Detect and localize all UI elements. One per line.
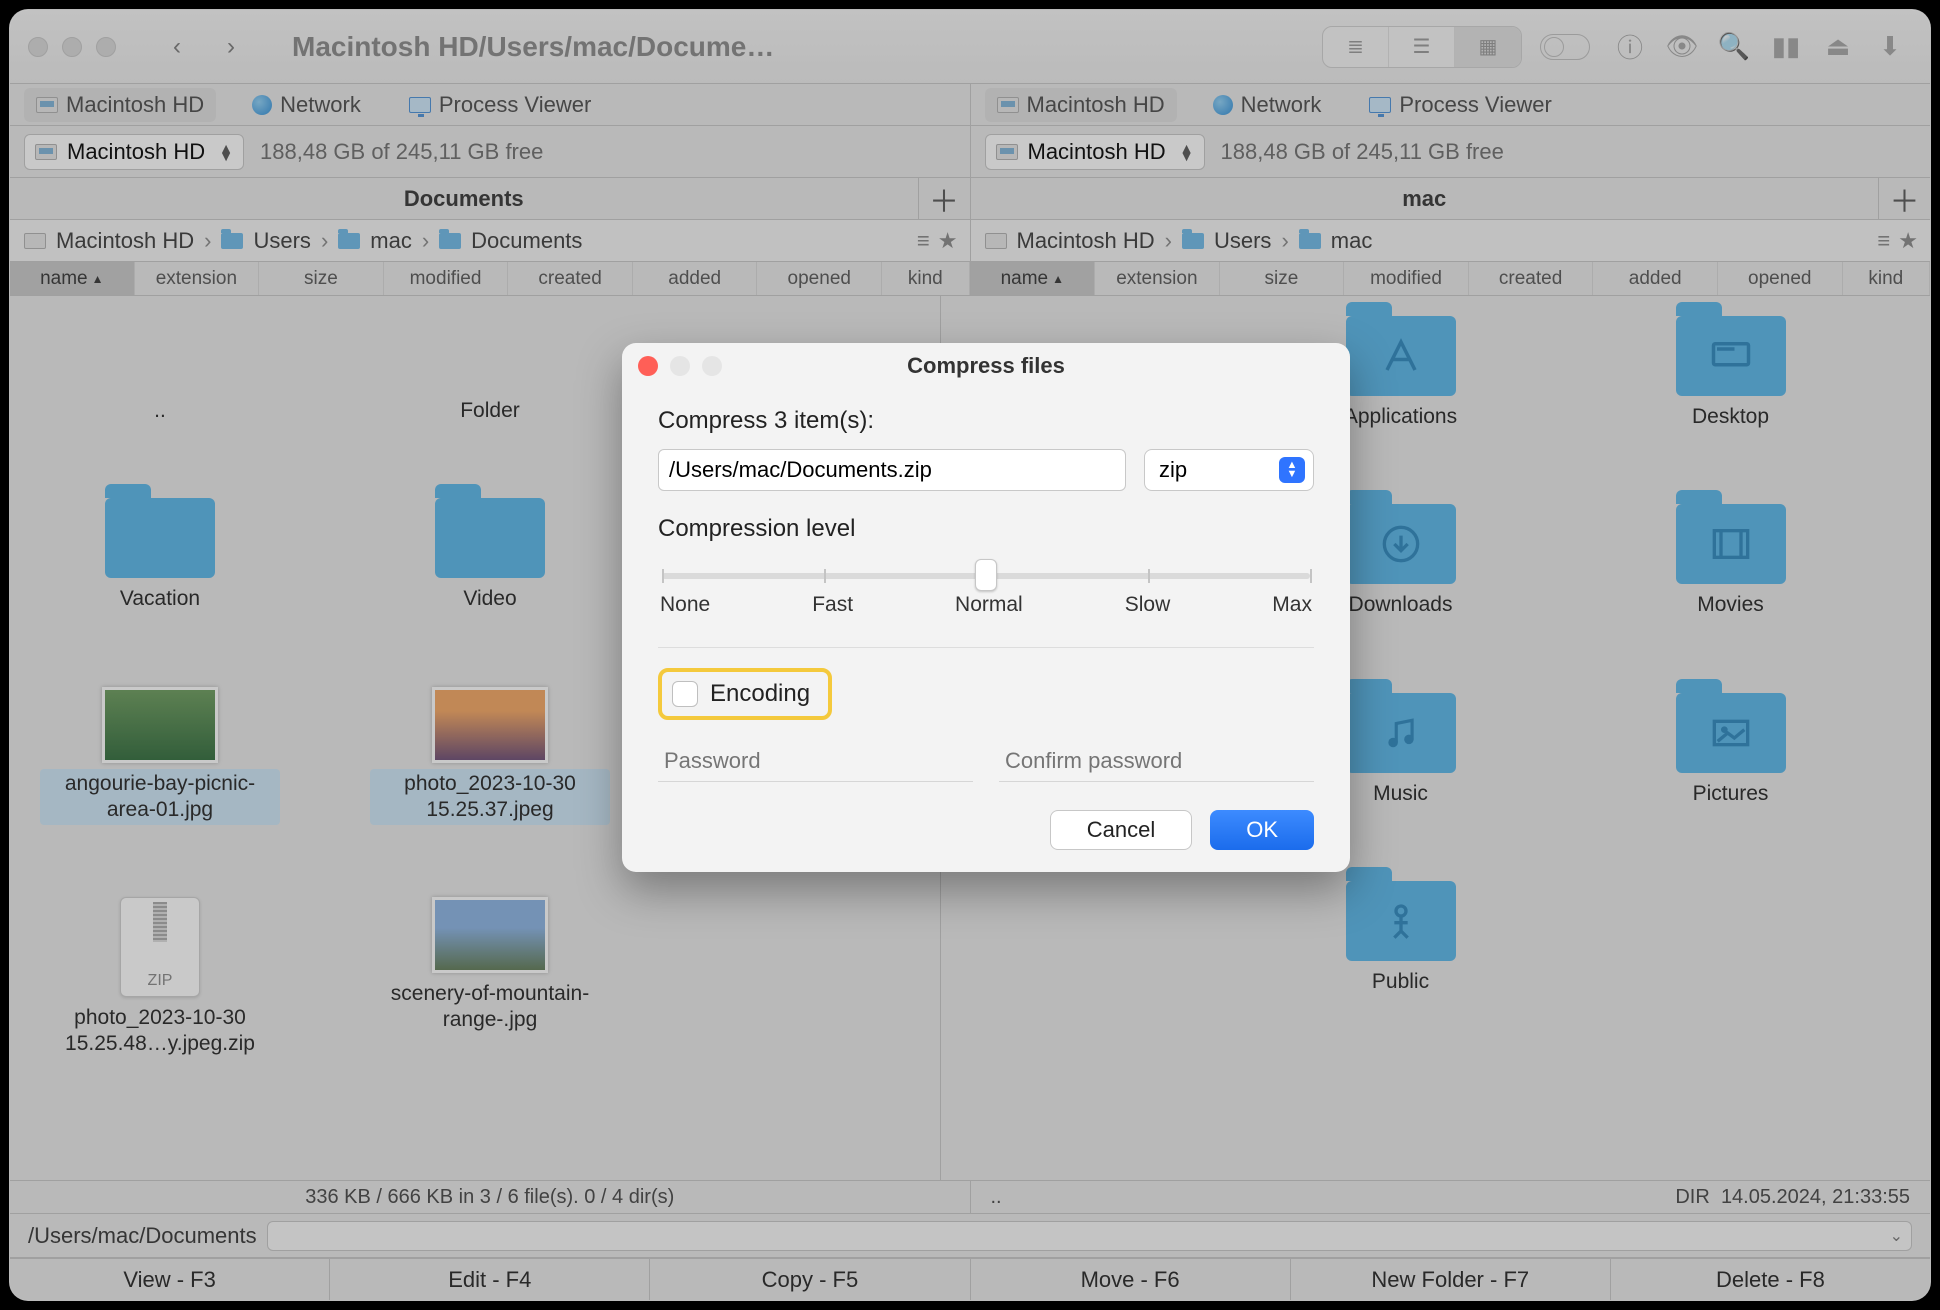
level-fast: Fast bbox=[812, 593, 853, 617]
level-none: None bbox=[660, 593, 710, 617]
updown-icon: ▲▼ bbox=[1279, 457, 1305, 483]
compression-label: Compression level bbox=[658, 515, 1314, 543]
password-input[interactable] bbox=[658, 740, 973, 782]
level-max: Max bbox=[1272, 593, 1312, 617]
format-value: zip bbox=[1159, 457, 1187, 483]
encoding-box-highlight: Encoding bbox=[658, 668, 832, 720]
dialog-titlebar: Compress files bbox=[622, 343, 1350, 389]
encoding-checkbox[interactable] bbox=[672, 681, 698, 707]
cancel-button[interactable]: Cancel bbox=[1050, 810, 1192, 850]
app-window: ‹ › Macintosh HD/Users/mac/Docume… ≣ ☰ ▦… bbox=[10, 10, 1930, 1300]
format-select[interactable]: zip ▲▼ bbox=[1144, 449, 1314, 491]
confirm-password-input[interactable] bbox=[999, 740, 1314, 782]
slider-thumb[interactable] bbox=[975, 559, 997, 591]
compress-heading: Compress 3 item(s): bbox=[658, 407, 1314, 435]
encoding-label: Encoding bbox=[710, 680, 810, 708]
ok-button[interactable]: OK bbox=[1210, 810, 1314, 850]
dialog-min-dot[interactable] bbox=[670, 356, 690, 376]
level-normal: Normal bbox=[955, 593, 1023, 617]
dialog-close-dot[interactable] bbox=[638, 356, 658, 376]
output-path-input[interactable] bbox=[658, 449, 1126, 491]
dialog-title: Compress files bbox=[907, 353, 1065, 379]
compress-dialog: Compress files Compress 3 item(s): zip ▲… bbox=[622, 343, 1350, 872]
compression-slider[interactable]: None Fast Normal Slow Max bbox=[658, 573, 1314, 617]
dialog-zoom-dot[interactable] bbox=[702, 356, 722, 376]
level-slow: Slow bbox=[1125, 593, 1171, 617]
